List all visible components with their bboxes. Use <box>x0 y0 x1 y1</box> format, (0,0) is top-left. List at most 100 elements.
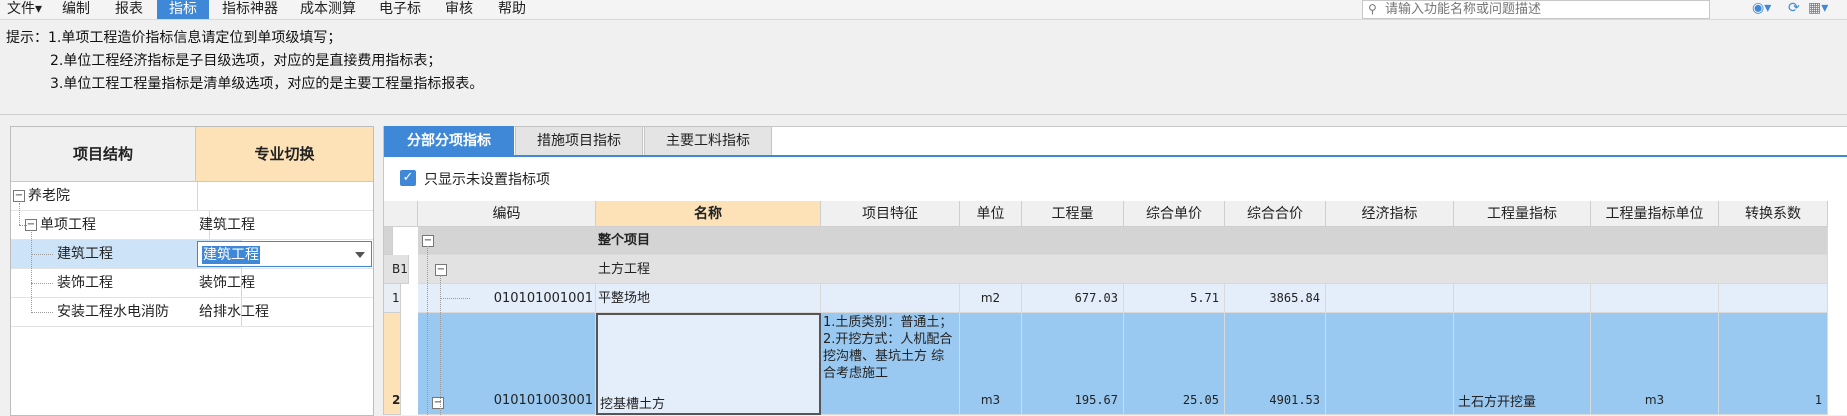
headset-icon[interactable]: ◉▾ <box>1752 0 1771 16</box>
col-header-name[interactable]: 名称 <box>596 201 821 227</box>
specialty-select-value: 建筑工程 <box>202 246 260 264</box>
collapse-icon[interactable]: − <box>422 235 434 247</box>
tree-line <box>427 246 428 415</box>
specialty-select[interactable]: 建筑工程 <box>197 241 372 267</box>
grid-cell-econ-indicator[interactable] <box>1326 284 1454 313</box>
grid-cell-factor[interactable] <box>1719 284 1828 313</box>
grid-cell-qty-indicator[interactable]: 土石方开挖量 <box>1454 313 1591 415</box>
specialty-cell[interactable]: 装饰工程 <box>196 269 373 297</box>
grid-cell-name-active[interactable]: 挖基槽土方 <box>596 313 821 415</box>
tab-underline <box>384 155 1847 157</box>
indicator-panel: 分部分项指标 措施项目指标 主要工料指标 ✓ 只显示未设置指标项 编码 名称 项… <box>383 126 1847 415</box>
grid-cell-name: 土方工程 <box>598 262 651 277</box>
grid-cell-unit[interactable]: m3 <box>960 313 1022 415</box>
grid-cell-name-text: 挖基槽土方 <box>600 397 666 412</box>
tree-row-install[interactable]: 安装工程水电消防 给排水工程 <box>11 298 373 327</box>
tree-row-decoration[interactable]: 装饰工程 装饰工程 <box>11 269 373 298</box>
menu-edit[interactable]: 编制 <box>58 0 94 19</box>
col-header-qty-indicator[interactable]: 工程量指标 <box>1454 201 1591 227</box>
col-header-qty-indicator-unit[interactable]: 工程量指标单位 <box>1591 201 1719 227</box>
tree-line <box>31 283 53 284</box>
grid-cell-factor[interactable]: 1 <box>1719 313 1828 415</box>
tree-row-label: 养老院 <box>28 188 70 204</box>
grid-cell-qty-indicator-unit[interactable]: m3 <box>1591 313 1719 415</box>
menu-indicator[interactable]: 指标 <box>157 0 209 19</box>
tab-material-indicator[interactable]: 主要工料指标 <box>644 126 772 156</box>
grid-cell-total-price[interactable]: 4901.53 <box>1225 313 1326 415</box>
grid-cell-econ-indicator[interactable] <box>1326 313 1454 415</box>
project-structure-panel: 项目结构 专业切换 − 养老院 − 单项工程 建筑工程 建筑工程 建筑工程 装饰工程… <box>10 126 374 416</box>
grid-cell-code-text: 010101003001 <box>493 393 593 408</box>
show-unset-checkbox[interactable]: ✓ <box>400 170 416 186</box>
tree-row-building[interactable]: 建筑工程 建筑工程 <box>11 240 373 269</box>
tip-line-1: 提示：1.单项工程造价指标信息请定位到单项级填写； <box>6 30 342 46</box>
tree-line <box>31 232 32 313</box>
collapse-icon[interactable]: − <box>435 264 447 276</box>
chevron-down-icon[interactable] <box>355 252 365 258</box>
indicator-grid: 编码 名称 项目特征 单位 工程量 综合单价 综合合价 经济指标 工程量指标 工… <box>384 201 1847 415</box>
tree-line <box>19 203 20 225</box>
grid-cell-name: 整个项目 <box>598 233 651 248</box>
grid-menu-icon[interactable]: ▦▾ <box>1808 0 1828 16</box>
filter-row: ✓ 只显示未设置指标项 <box>384 158 1847 200</box>
collapse-icon[interactable]: − <box>432 397 444 409</box>
col-header-code[interactable]: 编码 <box>418 201 596 227</box>
col-header-qty[interactable]: 工程量 <box>1022 201 1124 227</box>
tree-line <box>19 225 27 226</box>
tab-sub-item-indicator[interactable]: 分部分项指标 <box>384 126 514 156</box>
col-header-total-price[interactable]: 综合合价 <box>1225 201 1326 227</box>
grid-corner <box>384 201 418 227</box>
search-input[interactable] <box>1385 1 1701 18</box>
grid-cell-name[interactable]: 平整场地 <box>596 284 821 313</box>
col-header-factor[interactable]: 转换系数 <box>1719 201 1828 227</box>
show-unset-label[interactable]: 只显示未设置指标项 <box>424 169 550 189</box>
collapse-icon[interactable]: − <box>13 190 25 202</box>
grid-cell-unit[interactable]: m2 <box>960 284 1022 313</box>
menu-file[interactable]: 文件▾ <box>3 0 46 19</box>
grid-cell-unit-price[interactable]: 5.71 <box>1124 284 1225 313</box>
col-header-feature[interactable]: 项目特征 <box>821 201 960 227</box>
grid-cell-qty[interactable]: 195.67 <box>1022 313 1124 415</box>
specialty-cell[interactable] <box>196 182 373 210</box>
row-number: B1 <box>384 255 409 284</box>
menu-cost-estimate[interactable]: 成本测算 <box>296 0 360 19</box>
menu-help[interactable]: 帮助 <box>494 0 530 19</box>
specialty-cell[interactable]: 建筑工程 <box>196 211 373 239</box>
tree-line <box>440 298 470 299</box>
grid-cell-qty-indicator-unit[interactable] <box>1591 284 1719 313</box>
tree-line <box>31 254 53 255</box>
search-box[interactable]: ⚲ <box>1362 0 1710 19</box>
row-number: 2 <box>384 313 402 415</box>
grid-cell-unit-price[interactable]: 25.05 <box>1124 313 1225 415</box>
tree-row-root[interactable]: − 养老院 <box>11 182 373 211</box>
tree-row-single-project[interactable]: − 单项工程 建筑工程 <box>11 211 373 240</box>
col-header-unit-price[interactable]: 综合单价 <box>1124 201 1225 227</box>
grid-cell-code[interactable]: − 010101003001 <box>418 313 596 415</box>
tips-panel: 提示：1.单项工程造价指标信息请定位到单项级填写； 2.单位工程经济指标是子目级… <box>0 20 1847 115</box>
menu-report[interactable]: 报表 <box>111 0 147 19</box>
grid-cell-qty-indicator[interactable] <box>1454 284 1591 313</box>
col-header-econ-indicator[interactable]: 经济指标 <box>1326 201 1454 227</box>
col-header-unit[interactable]: 单位 <box>960 201 1022 227</box>
grid-cell-feature[interactable] <box>821 284 960 313</box>
tree-line <box>31 312 53 313</box>
menu-bar: 文件▾ 编制 报表 指标 指标神器 成本测算 电子标 审核 帮助 ⚲ ◉▾ ⟳ … <box>0 0 1847 20</box>
grid-cell-feature[interactable]: 1.土质类别：普通土； 2.开挖方式：人机配合挖沟槽、基坑土方 综合考虑施工 <box>821 313 960 415</box>
grid-cell-total-price[interactable]: 3865.84 <box>1225 284 1326 313</box>
tree-row-label: 单项工程 <box>40 217 96 233</box>
tip-line-3: 3.单位工程工程量指标是清单级选项，对应的是主要工程量指标报表。 <box>50 76 484 92</box>
row-number <box>384 227 393 255</box>
menu-indicator-tool[interactable]: 指标神器 <box>218 0 282 19</box>
specialty-cell[interactable]: 给排水工程 <box>196 298 373 326</box>
menu-review[interactable]: 审核 <box>441 0 477 19</box>
specialty-dropdown[interactable]: 建筑工程 <box>196 240 373 268</box>
tree-line <box>440 275 441 415</box>
grid-cell-qty[interactable]: 677.03 <box>1022 284 1124 313</box>
search-icon: ⚲ <box>1368 2 1377 16</box>
tip-line-2: 2.单位工程经济指标是子目级选项，对应的是直接费用指标表； <box>50 53 442 69</box>
project-structure-header: 项目结构 <box>11 127 196 182</box>
refresh-icon[interactable]: ⟳ <box>1788 0 1800 16</box>
tab-measure-indicator[interactable]: 措施项目指标 <box>515 126 643 156</box>
specialty-switch-header[interactable]: 专业切换 <box>196 127 373 182</box>
menu-e-bid[interactable]: 电子标 <box>375 0 425 19</box>
